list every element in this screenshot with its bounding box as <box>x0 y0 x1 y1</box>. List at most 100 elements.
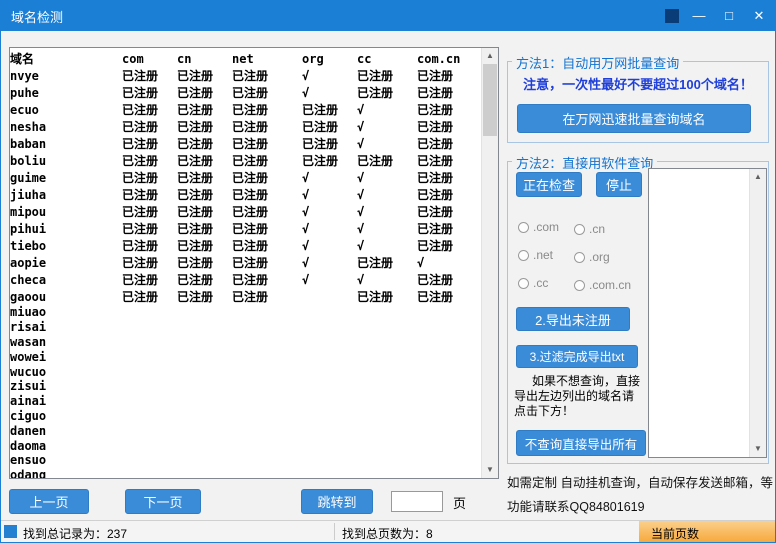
export-unregistered-button[interactable]: 2.导出未注册 <box>516 307 630 331</box>
status-cell <box>357 394 417 409</box>
titlebar-extra-button[interactable] <box>665 9 679 23</box>
radio-com[interactable]: .com <box>518 220 559 234</box>
status-cell <box>177 438 232 453</box>
column-header-com-cn: com.cn <box>417 50 481 67</box>
status-cell: 已注册 <box>302 101 357 118</box>
radio-cn[interactable]: .cn <box>574 222 605 236</box>
table-row[interactable]: ecuo 已注册 已注册 已注册 已注册 √ 已注册 <box>10 101 481 118</box>
table-row[interactable]: ciguo <box>10 409 481 424</box>
status-cell: √ <box>302 186 357 203</box>
table-row[interactable]: daoma <box>10 438 481 453</box>
minimize-button[interactable]: — <box>689 6 709 26</box>
table-row[interactable]: odang <box>10 468 481 478</box>
method2-title: 方法2：直接用软件查询 <box>512 153 657 172</box>
status-cell <box>417 335 481 350</box>
table-scrollbar-track[interactable] <box>482 64 498 462</box>
prev-page-button[interactable]: 上一页 <box>9 489 89 514</box>
table-row[interactable]: nvye 已注册 已注册 已注册 √ 已注册 已注册 <box>10 67 481 84</box>
status-cell <box>232 320 302 335</box>
status-cell <box>177 364 232 379</box>
scroll-down-icon[interactable]: ▼ <box>750 441 766 457</box>
radio-net[interactable]: .net <box>518 248 553 262</box>
table-row[interactable]: nesha 已注册 已注册 已注册 已注册 √ 已注册 <box>10 118 481 135</box>
status-cell: 已注册 <box>177 101 232 118</box>
listbox-scrollbar-track[interactable] <box>750 185 766 441</box>
status-divider <box>334 523 335 540</box>
status-cell: √ <box>302 254 357 271</box>
status-cell <box>417 453 481 468</box>
column-header-org: org <box>302 50 357 67</box>
page-jump-input[interactable] <box>391 491 443 512</box>
scroll-up-icon[interactable]: ▲ <box>482 48 498 64</box>
column-header-com: com <box>122 50 177 67</box>
status-cell: 已注册 <box>232 254 302 271</box>
domain-cell: pihui <box>10 220 122 237</box>
maximize-button[interactable]: □ <box>719 6 739 26</box>
table-row[interactable]: danen <box>10 423 481 438</box>
listbox-scrollbar[interactable]: ▲ ▼ <box>749 169 766 457</box>
status-cell <box>232 453 302 468</box>
status-cell <box>177 453 232 468</box>
radio-org[interactable]: .org <box>574 250 610 264</box>
status-cell <box>122 379 177 394</box>
status-cell: 已注册 <box>122 152 177 169</box>
status-cell <box>302 409 357 424</box>
status-cell <box>302 335 357 350</box>
status-cell <box>417 349 481 364</box>
status-cell: 已注册 <box>177 271 232 288</box>
table-row[interactable]: boliu 已注册 已注册 已注册 已注册 已注册 已注册 <box>10 152 481 169</box>
status-cell: 已注册 <box>177 67 232 84</box>
status-cell: 已注册 <box>122 169 177 186</box>
status-cell <box>122 349 177 364</box>
status-cell: 已注册 <box>232 135 302 152</box>
table-row[interactable]: zisui <box>10 379 481 394</box>
status-cell: 已注册 <box>232 169 302 186</box>
table-row[interactable]: risai <box>10 320 481 335</box>
status-cell <box>302 364 357 379</box>
table-row[interactable]: wowei <box>10 349 481 364</box>
table-row[interactable]: checa 已注册 已注册 已注册 √ √ 已注册 <box>10 271 481 288</box>
close-button[interactable]: ✕ <box>749 6 769 26</box>
table-row[interactable]: guime 已注册 已注册 已注册 √ √ 已注册 <box>10 169 481 186</box>
status-cell <box>302 468 357 478</box>
radio-cc[interactable]: .cc <box>518 276 548 290</box>
checking-button[interactable]: 正在检查 <box>516 172 582 197</box>
domain-table[interactable]: 域名 com cn net org cc com.cn nvye 已注册 已注册… <box>9 47 499 479</box>
stop-button[interactable]: 停止 <box>596 172 642 197</box>
radio-com-cn[interactable]: .com.cn <box>574 278 631 292</box>
jump-to-button[interactable]: 跳转到 <box>301 489 373 514</box>
table-row[interactable]: gaoou 已注册 已注册 已注册 已注册 已注册 <box>10 288 481 305</box>
table-row[interactable]: ensuo <box>10 453 481 468</box>
table-row[interactable]: puhe 已注册 已注册 已注册 √ 已注册 已注册 <box>10 84 481 101</box>
filter-export-txt-button[interactable]: 3.过滤完成导出txt <box>516 345 638 368</box>
table-row[interactable]: mipou 已注册 已注册 已注册 √ √ 已注册 <box>10 203 481 220</box>
domain-cell: daoma <box>10 438 122 453</box>
domain-table-body: nvye 已注册 已注册 已注册 √ 已注册 已注册 puhe 已注册 已注册 … <box>10 67 481 478</box>
table-scrollbar-thumb[interactable] <box>483 64 497 136</box>
next-page-button[interactable]: 下一页 <box>125 489 201 514</box>
status-cell <box>122 468 177 478</box>
table-row[interactable]: wucuo <box>10 364 481 379</box>
status-cell <box>232 438 302 453</box>
export-all-button[interactable]: 不查询直接导出所有 <box>516 430 646 456</box>
table-row[interactable]: miuao <box>10 305 481 320</box>
table-row[interactable]: wasan <box>10 335 481 350</box>
status-cell: √ <box>302 203 357 220</box>
table-row[interactable]: jiuha 已注册 已注册 已注册 √ √ 已注册 <box>10 186 481 203</box>
table-row[interactable]: pihui 已注册 已注册 已注册 √ √ 已注册 <box>10 220 481 237</box>
table-row[interactable]: aopie 已注册 已注册 已注册 √ 已注册 √ <box>10 254 481 271</box>
column-header-cc: cc <box>357 50 417 67</box>
table-scrollbar[interactable]: ▲ ▼ <box>481 48 498 478</box>
status-cell <box>177 423 232 438</box>
status-cell: 已注册 <box>177 135 232 152</box>
scroll-down-icon[interactable]: ▼ <box>482 462 498 478</box>
table-row[interactable]: baban 已注册 已注册 已注册 已注册 √ 已注册 <box>10 135 481 152</box>
status-cell: 已注册 <box>417 152 481 169</box>
table-row[interactable]: ainai <box>10 394 481 409</box>
result-listbox[interactable]: ▲ ▼ <box>648 168 767 458</box>
table-row[interactable]: tiebo 已注册 已注册 已注册 √ √ 已注册 <box>10 237 481 254</box>
wanwang-batch-query-button[interactable]: 在万网迅速批量查询域名 <box>517 104 751 133</box>
scroll-up-icon[interactable]: ▲ <box>750 169 766 185</box>
status-cell: √ <box>357 118 417 135</box>
status-cell <box>177 349 232 364</box>
